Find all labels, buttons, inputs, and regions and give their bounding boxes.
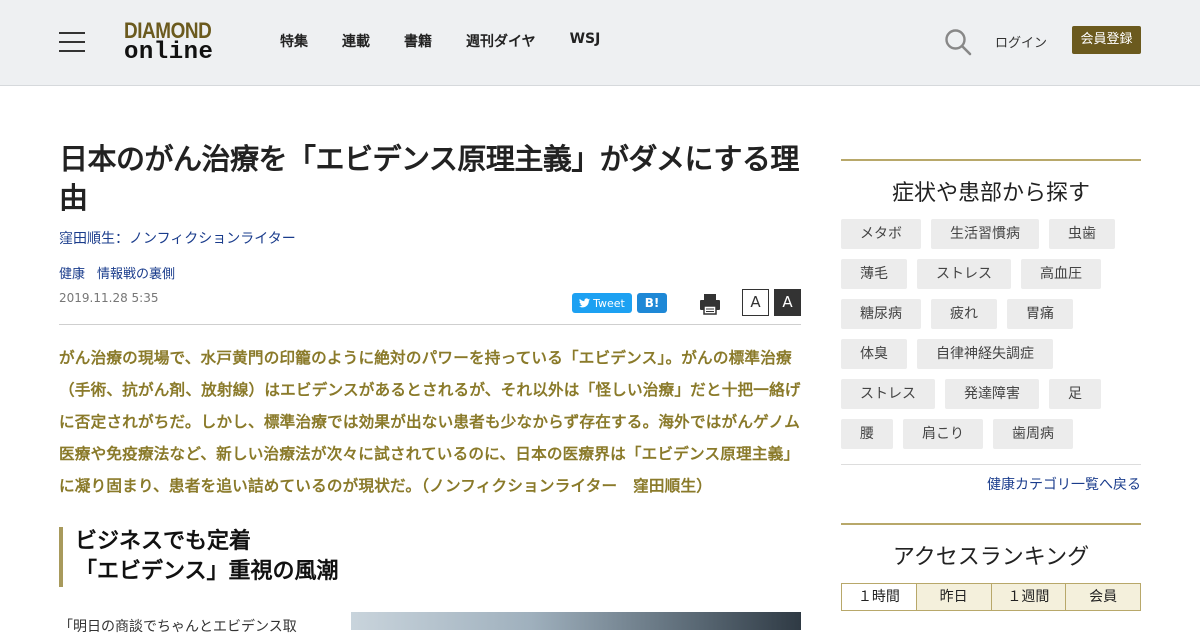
article-author[interactable]: 窪田順生：ノンフィクションライター xyxy=(59,228,296,248)
chip-stress[interactable]: ストレス xyxy=(917,259,1011,289)
tab-members[interactable]: 会員 xyxy=(1065,584,1140,610)
font-size-normal-button[interactable]: A xyxy=(742,289,769,316)
chip-lifestyle-disease[interactable]: 生活習慣病 xyxy=(931,219,1039,249)
chip-row-6: 腰 肩こり 歯周病 xyxy=(841,419,1083,449)
chip-autonomic-disorder[interactable]: 自律神経失調症 xyxy=(917,339,1053,369)
menu-icon[interactable] xyxy=(59,32,85,52)
login-link[interactable]: ログイン xyxy=(995,32,1047,51)
subheading-line-2: 「エビデンス」重視の風潮 xyxy=(75,559,339,584)
tag-series[interactable]: 情報戦の裏側 xyxy=(97,263,175,282)
chip-row-5: ストレス 発達障害 足 xyxy=(841,379,1111,409)
chip-fatigue[interactable]: 疲れ xyxy=(931,299,997,329)
chip-lower-back[interactable]: 腰 xyxy=(841,419,893,449)
nav-item-wsj[interactable]: WSJ xyxy=(570,31,601,51)
symptoms-heading: 症状や患部から探す xyxy=(891,181,1090,206)
twitter-bird-icon xyxy=(579,298,591,308)
nav-item-rensai[interactable]: 連載 xyxy=(342,31,370,51)
chip-row-2: 薄毛 ストレス 高血圧 xyxy=(841,259,1111,289)
chip-row-4: 体臭 自律神経失調症 xyxy=(841,339,1063,369)
chip-stomachache[interactable]: 胃痛 xyxy=(1007,299,1073,329)
tab-1-week[interactable]: １週間 xyxy=(990,584,1066,610)
hatena-bookmark-button[interactable]: B! xyxy=(637,293,667,313)
chip-row-3: 糖尿病 疲れ 胃痛 xyxy=(841,299,1083,329)
tab-yesterday[interactable]: 昨日 xyxy=(915,584,991,610)
symptoms-top-rule xyxy=(841,159,1141,161)
logo-bottom-text: online xyxy=(124,39,214,66)
chip-row-1: メタボ 生活習慣病 虫歯 xyxy=(841,219,1125,249)
site-header: DIAMOND online 特集 連載 書籍 週刊ダイヤ WSJ ログイン 会… xyxy=(0,0,1200,86)
article-tags: 健康 情報戦の裏側 xyxy=(59,263,187,282)
article-subheading: ビジネスでも定着 「エビデンス」重視の風潮 xyxy=(59,527,801,587)
article-title: 日本のがん治療を「エビデンス原理主義」がダメにする理由 xyxy=(59,142,799,215)
ranking-top-rule xyxy=(841,523,1141,525)
chip-stress-2[interactable]: ストレス xyxy=(841,379,935,409)
chip-body-odor[interactable]: 体臭 xyxy=(841,339,907,369)
site-logo[interactable]: DIAMOND online xyxy=(124,18,228,66)
chip-thinning-hair[interactable]: 薄毛 xyxy=(841,259,907,289)
tweet-label: Tweet xyxy=(593,296,625,310)
tag-health[interactable]: 健康 xyxy=(59,263,85,282)
ranking-heading: アクセスランキング xyxy=(892,545,1090,570)
main-nav: 特集 連載 書籍 週刊ダイヤ WSJ xyxy=(280,31,634,51)
tab-1-hour[interactable]: １時間 xyxy=(842,584,916,610)
subheading-line-1: ビジネスでも定着 xyxy=(75,529,252,554)
nav-item-shoseki[interactable]: 書籍 xyxy=(404,31,432,51)
article-body-start: 「明日の商談でちゃんとエビデンス取 xyxy=(59,619,297,635)
chip-diabetes[interactable]: 糖尿病 xyxy=(841,299,921,329)
chip-hypertension[interactable]: 高血圧 xyxy=(1021,259,1101,289)
search-icon[interactable] xyxy=(944,28,972,56)
nav-item-tokushu[interactable]: 特集 xyxy=(280,31,308,51)
chip-developmental-disorder[interactable]: 発達障害 xyxy=(945,379,1039,409)
chip-metabo[interactable]: メタボ xyxy=(841,219,921,249)
title-divider xyxy=(59,324,801,325)
chip-foot[interactable]: 足 xyxy=(1049,379,1101,409)
article-image xyxy=(351,612,801,630)
chip-stiff-shoulders[interactable]: 肩こり xyxy=(903,419,983,449)
chip-cavity[interactable]: 虫歯 xyxy=(1049,219,1115,249)
font-size-large-button[interactable]: A xyxy=(774,289,801,316)
nav-item-weekly-diamond[interactable]: 週刊ダイヤ xyxy=(466,31,536,51)
chip-periodontal[interactable]: 歯周病 xyxy=(993,419,1073,449)
sidebar-divider xyxy=(841,464,1141,465)
share-toolbar: Tweet B! A A xyxy=(572,289,802,317)
article-date: 2019.11.28 5:35 xyxy=(59,291,159,305)
register-button[interactable]: 会員登録 xyxy=(1072,26,1141,54)
article-lead: がん治療の現場で、水戸黄門の印籠のように絶対のパワーを持っている「エビデンス」。… xyxy=(59,349,801,495)
print-icon[interactable] xyxy=(698,292,722,316)
back-to-health-categories-link[interactable]: 健康カテゴリ一覧へ戻る xyxy=(841,474,1141,494)
ranking-tabs: １時間 昨日 １週間 会員 xyxy=(841,583,1141,611)
tweet-button[interactable]: Tweet xyxy=(572,293,632,313)
